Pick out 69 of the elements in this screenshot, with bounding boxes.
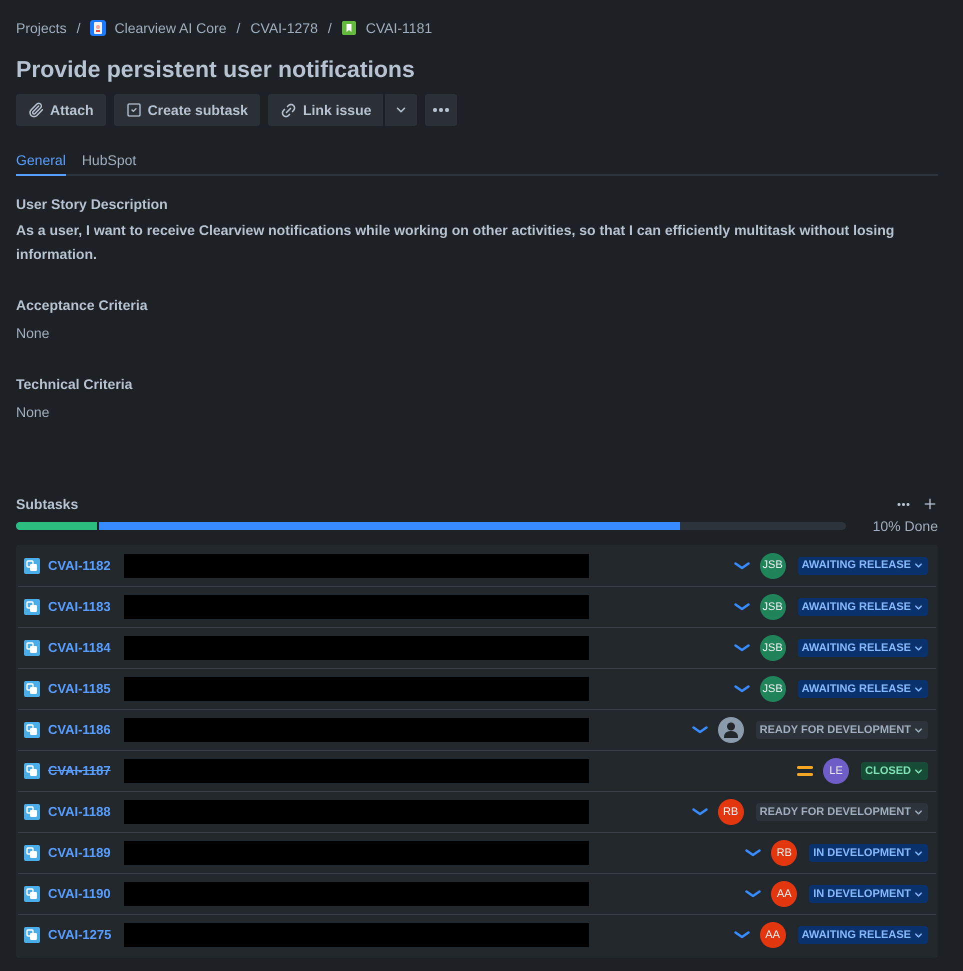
subtask-icon bbox=[24, 886, 40, 902]
subtask-icon bbox=[24, 763, 40, 779]
subtasks-heading: Subtasks bbox=[16, 494, 78, 514]
project-avatar-icon bbox=[90, 20, 106, 36]
breadcrumb-link[interactable]: Clearview AI Core bbox=[114, 18, 227, 38]
more-icon[interactable] bbox=[897, 502, 910, 506]
breadcrumb-separator: / bbox=[328, 18, 332, 38]
section-heading: Acceptance Criteria bbox=[16, 296, 149, 315]
section-heading: Technical Criteria bbox=[16, 375, 134, 394]
status-dropdown[interactable]: IN DEVELOPMENT bbox=[809, 885, 928, 903]
issue-key-link[interactable]: CVAI-1183 bbox=[48, 597, 118, 617]
avatar[interactable]: JSB bbox=[760, 676, 786, 702]
subtask-icon bbox=[24, 599, 40, 615]
status-dropdown[interactable]: IN DEVELOPMENT bbox=[809, 844, 928, 862]
breadcrumb-separator: / bbox=[76, 18, 80, 38]
section-heading: User Story Description bbox=[16, 195, 169, 214]
create-subtask-button[interactable]: Create subtask bbox=[114, 94, 260, 126]
checkbox-icon bbox=[126, 102, 142, 118]
status-dropdown[interactable]: AWAITING RELEASE bbox=[798, 556, 928, 574]
issue-key-link[interactable]: CVAI-1185 bbox=[48, 679, 118, 699]
issue-key-link[interactable]: CVAI-1189 bbox=[48, 843, 118, 863]
avatar[interactable]: LE bbox=[823, 758, 850, 784]
status-dropdown[interactable]: AWAITING RELEASE bbox=[798, 926, 928, 944]
status-dropdown[interactable]: READY FOR DEVELOPMENT bbox=[756, 721, 928, 739]
empty-value-text: None bbox=[16, 324, 50, 343]
subtask-icon bbox=[24, 845, 40, 861]
avatar[interactable]: RB bbox=[718, 799, 744, 825]
add-icon[interactable] bbox=[922, 496, 938, 512]
issue-key-link[interactable]: CVAI-1190 bbox=[48, 884, 118, 904]
status-dropdown[interactable]: AWAITING RELEASE bbox=[798, 680, 928, 698]
subtask-icon bbox=[24, 558, 40, 574]
tab[interactable]: HubSpot bbox=[82, 150, 136, 176]
progress-reading: 10% Done bbox=[872, 516, 938, 536]
issue-key-link[interactable]: CVAI-1182 bbox=[48, 556, 118, 576]
link-issue-button[interactable]: Link issue bbox=[268, 94, 384, 126]
more-button[interactable] bbox=[425, 94, 458, 126]
subtask-icon bbox=[24, 927, 40, 943]
story-icon bbox=[342, 21, 356, 35]
avatar[interactable]: JSB bbox=[760, 635, 786, 661]
subtask-icon bbox=[24, 640, 40, 656]
tab[interactable]: General bbox=[16, 150, 66, 176]
issue-title: Provide persistent user notifications bbox=[16, 55, 416, 84]
empty-value-text: None bbox=[16, 403, 50, 422]
avatar[interactable]: AA bbox=[771, 881, 798, 907]
status-dropdown[interactable]: AWAITING RELEASE bbox=[798, 598, 928, 616]
description-text: As a user, I want to receive Clearview notifications while working on other activities, so that I can efficiently multitask without losing information. bbox=[16, 221, 896, 264]
avatar[interactable]: JSB bbox=[760, 552, 786, 578]
issue-key-link[interactable]: CVAI-1187 bbox=[48, 761, 118, 781]
status-dropdown[interactable]: AWAITING RELEASE bbox=[798, 639, 928, 657]
status-dropdown[interactable]: READY FOR DEVELOPMENT bbox=[756, 803, 928, 821]
issue-key-link[interactable]: CVAI-1186 bbox=[48, 720, 118, 740]
avatar[interactable]: RB bbox=[771, 840, 798, 866]
paperclip-icon bbox=[28, 102, 44, 118]
attach-button[interactable]: Attach bbox=[16, 94, 106, 126]
status-dropdown[interactable]: CLOSED bbox=[861, 762, 928, 780]
breadcrumb-link[interactable]: Projects bbox=[16, 18, 67, 38]
more-icon bbox=[433, 108, 450, 112]
person-avatar-icon[interactable] bbox=[718, 717, 744, 743]
avatar[interactable]: AA bbox=[760, 922, 786, 948]
issue-key-link[interactable]: CVAI-1275 bbox=[48, 925, 118, 945]
subtask-icon bbox=[24, 804, 40, 820]
breadcrumb-link[interactable]: CVAI-1278 bbox=[250, 18, 318, 38]
breadcrumb-link[interactable]: CVAI-1181 bbox=[366, 18, 432, 38]
issue-key-link[interactable]: CVAI-1188 bbox=[48, 802, 118, 822]
breadcrumb-separator: / bbox=[236, 18, 240, 38]
avatar[interactable]: JSB bbox=[760, 594, 786, 620]
issue-key-link[interactable]: CVAI-1184 bbox=[48, 638, 118, 658]
subtask-icon bbox=[24, 681, 40, 697]
subtask-icon bbox=[24, 722, 40, 738]
